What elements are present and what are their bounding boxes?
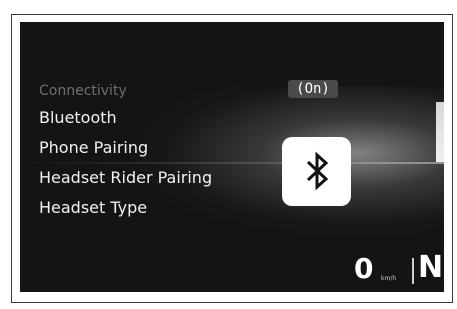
menu-item-headset-type[interactable]: Headset Type	[39, 198, 147, 217]
menu-item-phone-pairing[interactable]: Phone Pairing	[39, 138, 148, 157]
background-band	[20, 162, 444, 164]
menu-item-bluetooth[interactable]: Bluetooth	[39, 108, 117, 127]
menu-title-connectivity: Connectivity	[39, 83, 127, 99]
readout-divider	[412, 258, 414, 284]
menu-item-headset-rider-pairing[interactable]: Headset Rider Pairing	[39, 168, 212, 187]
speed-readout: 0	[354, 252, 374, 285]
screen-edge-highlight	[436, 102, 444, 162]
bluetooth-icon	[282, 137, 351, 206]
speed-unit: km/h	[381, 275, 397, 282]
dashboard-screen: Connectivity (On) Bluetooth Phone Pairin…	[20, 22, 444, 292]
gear-indicator: N	[418, 250, 444, 285]
status-badge: (On)	[288, 80, 338, 98]
